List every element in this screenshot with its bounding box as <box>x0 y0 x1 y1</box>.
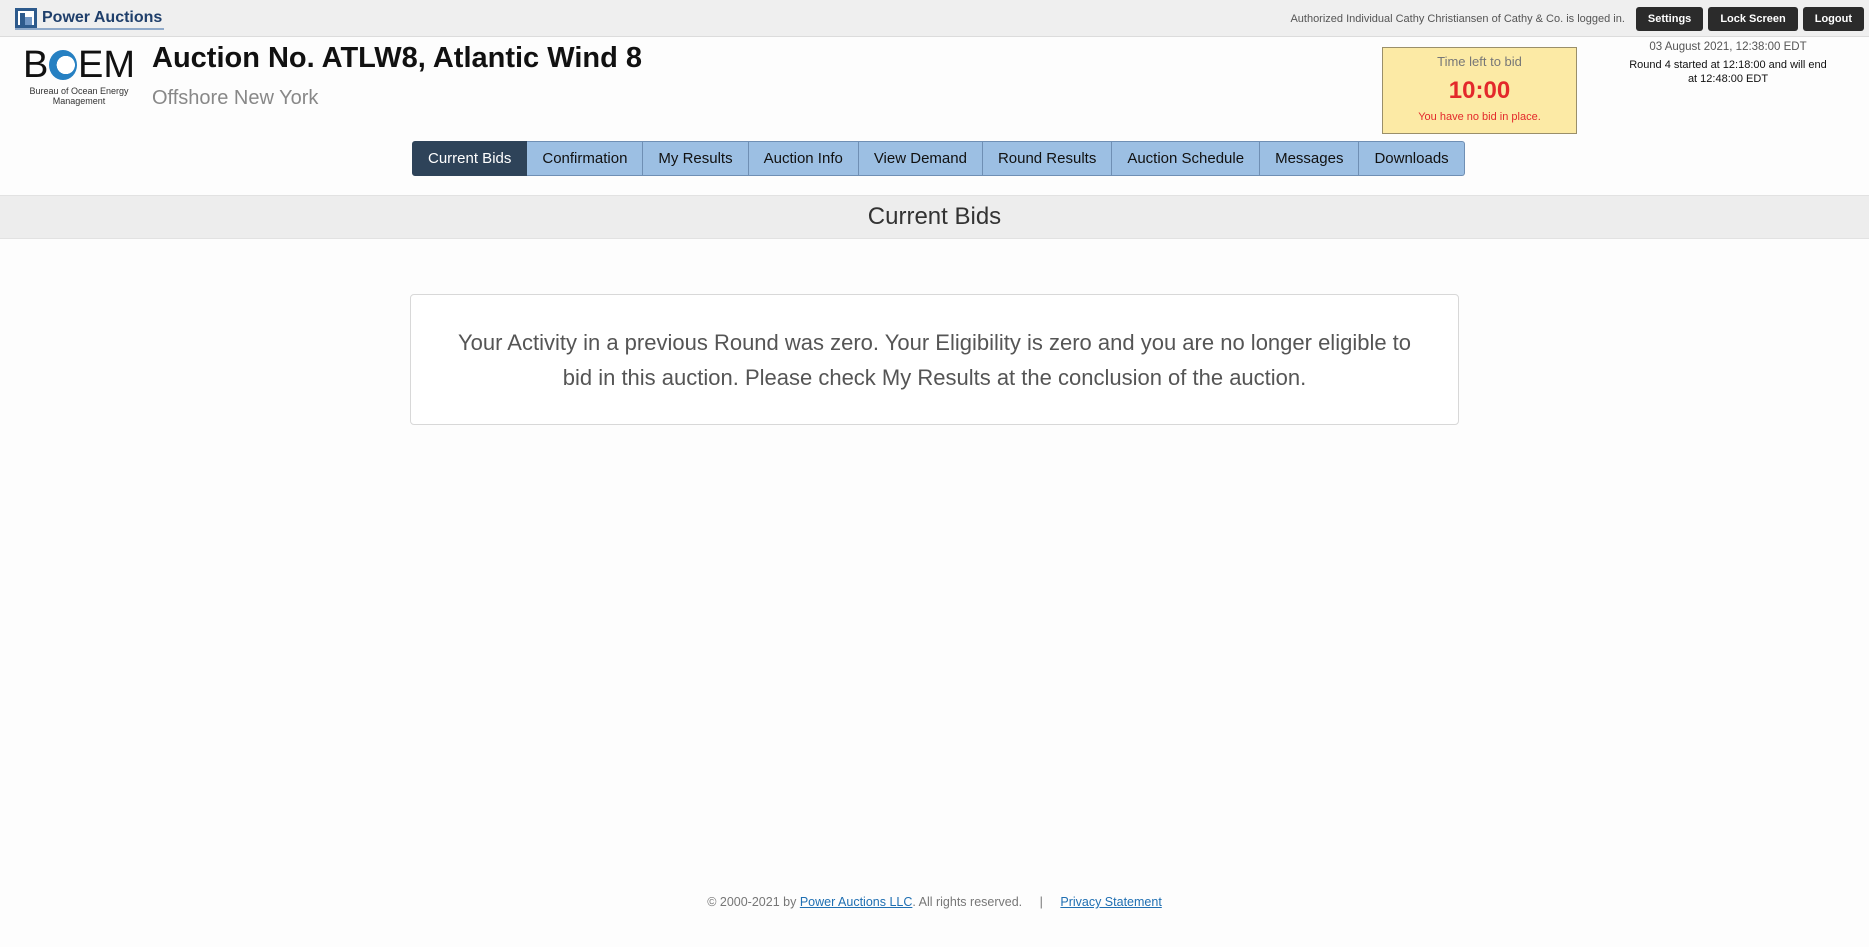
tab-auction-schedule[interactable]: Auction Schedule <box>1112 141 1261 176</box>
main-nav-tabs: Current Bids Confirmation My Results Auc… <box>412 141 1465 176</box>
page-subtitle: Offshore New York <box>152 87 319 109</box>
page-title: Auction No. ATLW8, Atlantic Wind 8 <box>152 42 643 74</box>
tab-auction-info[interactable]: Auction Info <box>748 141 859 176</box>
footer-separator: | <box>1039 895 1043 909</box>
logout-button[interactable]: Logout <box>1802 7 1864 31</box>
boem-letter-b: B <box>23 44 49 86</box>
round-schedule-line-1: Round 4 started at 12:18:00 and will end <box>1629 59 1827 71</box>
session-controls: Authorized Individual Cathy Christiansen… <box>1290 7 1864 31</box>
power-auctions-icon <box>15 8 37 28</box>
timer-countdown: 10:00 <box>1448 77 1511 104</box>
logged-in-status: Authorized Individual Cathy Christiansen… <box>1290 13 1625 25</box>
current-datetime: 03 August 2021, 12:38:00 EDT <box>1649 41 1807 53</box>
power-auctions-link[interactable]: Power Auctions LLC <box>800 895 913 909</box>
tab-current-bids[interactable]: Current Bids <box>412 141 528 176</box>
footer: © 2000-2021 by Power Auctions LLC. All r… <box>0 895 1869 909</box>
lock-screen-button[interactable]: Lock Screen <box>1708 7 1798 31</box>
tab-my-results[interactable]: My Results <box>643 141 749 176</box>
power-auctions-logo[interactable]: Power Auctions <box>15 8 165 30</box>
timer-label: Time left to bid <box>1437 54 1522 69</box>
top-bar: Power Auctions Authorized Individual Cat… <box>0 0 1869 37</box>
eligibility-message-line-2: bid in this auction. Please check My Res… <box>562 365 1307 390</box>
tab-view-demand[interactable]: View Demand <box>858 141 983 176</box>
footer-copyright: © 2000-2021 by <box>707 895 797 909</box>
footer-rights: . All rights reserved. <box>912 895 1023 909</box>
tab-confirmation[interactable]: Confirmation <box>527 141 644 176</box>
section-header: Current Bids <box>0 195 1869 239</box>
tab-downloads[interactable]: Downloads <box>1359 141 1465 176</box>
bid-timer: Time left to bid 10:00 You have no bid i… <box>1382 47 1577 134</box>
boem-subtitle: Bureau of Ocean Energy Management <box>29 86 129 106</box>
boem-letters-em: EM <box>78 44 135 86</box>
brand-name: Power Auctions <box>42 9 163 26</box>
eligibility-message: Your Activity in a previous Round was ze… <box>410 294 1459 425</box>
boem-logo: B EM Bureau of Ocean Energy Management <box>23 46 135 106</box>
boem-wordmark: B EM <box>23 46 135 84</box>
tab-round-results[interactable]: Round Results <box>982 141 1113 176</box>
round-schedule-line-2: at 12:48:00 EDT <box>1687 73 1769 85</box>
eligibility-message-line-1: Your Activity in a previous Round was ze… <box>457 330 1412 355</box>
privacy-statement-link[interactable]: Privacy Statement <box>1060 895 1161 909</box>
boem-globe-icon <box>49 50 77 80</box>
bid-status-note: You have no bid in place. <box>1418 111 1541 123</box>
tab-messages[interactable]: Messages <box>1260 141 1360 176</box>
settings-button[interactable]: Settings <box>1635 7 1704 31</box>
round-info: 03 August 2021, 12:38:00 EDT Round 4 sta… <box>1612 41 1844 86</box>
